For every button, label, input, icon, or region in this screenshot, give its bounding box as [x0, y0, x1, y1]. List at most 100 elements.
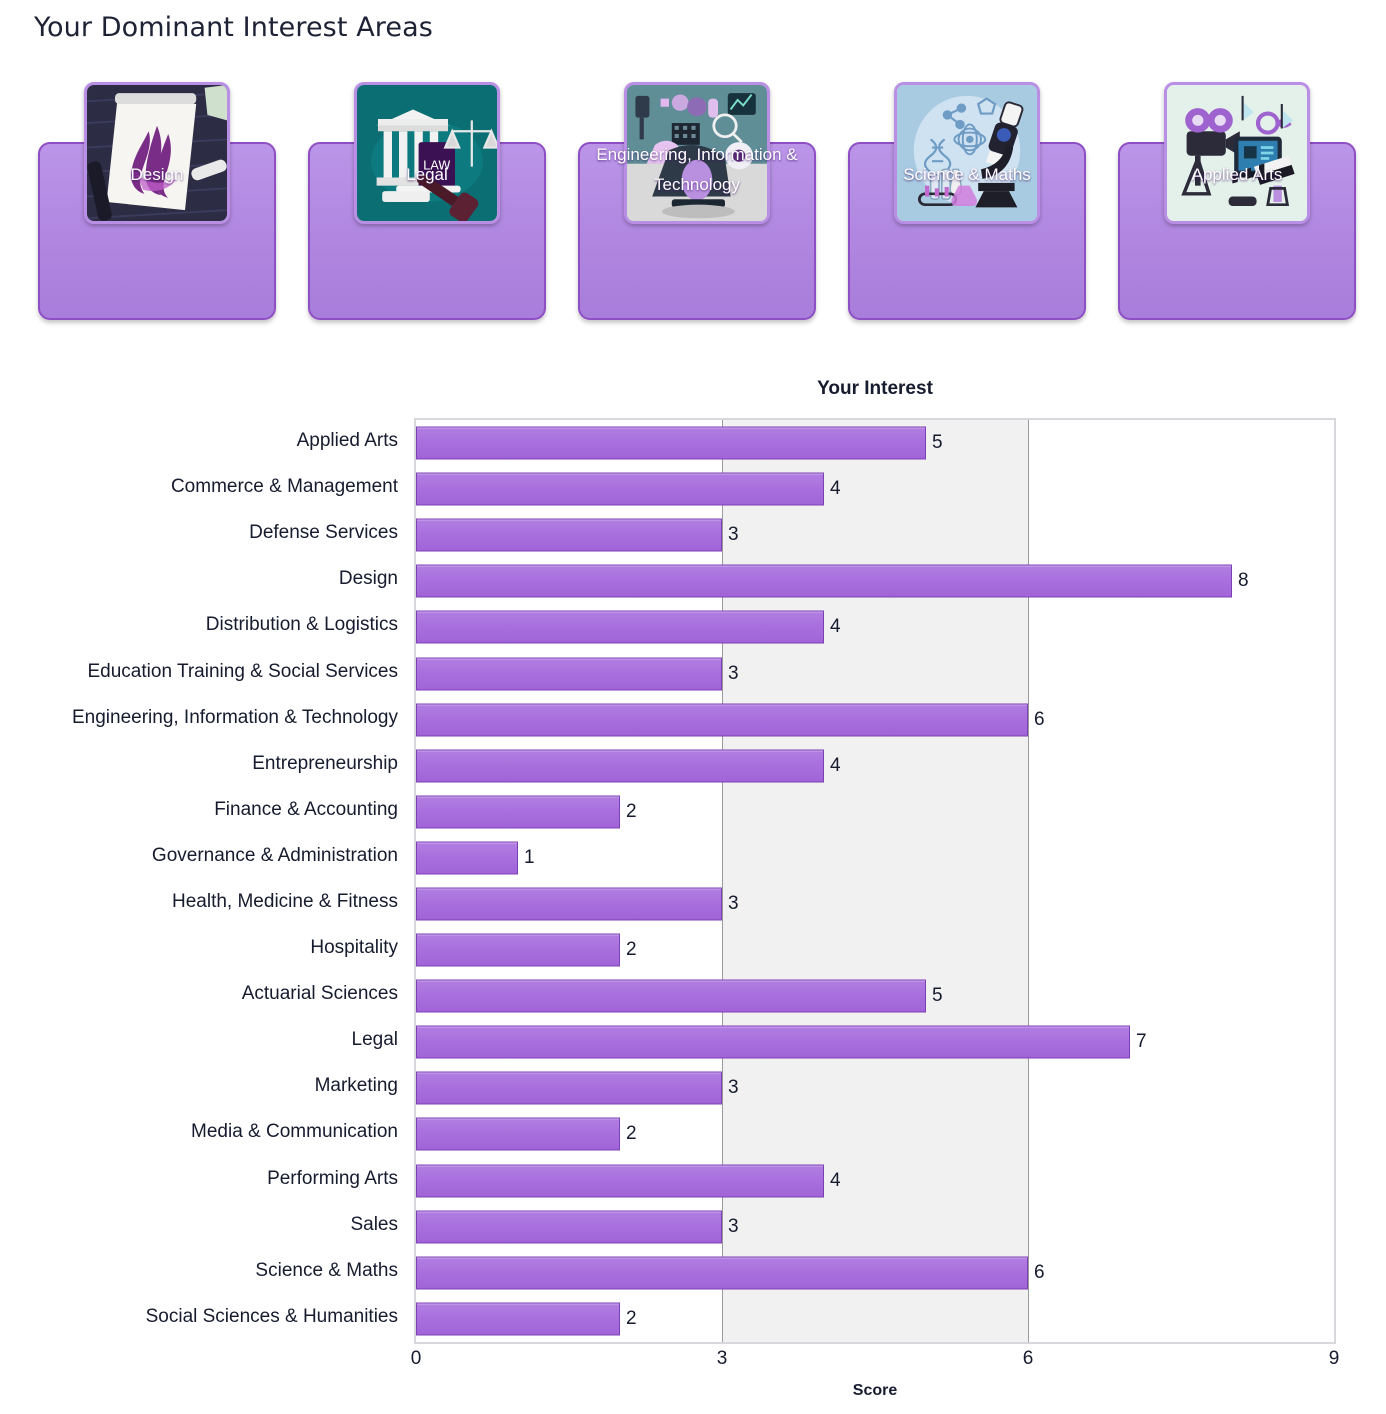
- chart-bar-value: 5: [932, 432, 943, 454]
- chart-bar[interactable]: [416, 1117, 620, 1151]
- chart-category-label: Hospitality: [310, 937, 398, 959]
- chart-category-label: Governance & Administration: [151, 844, 398, 866]
- interest-report-page: Your Dominant Interest Areas Design LAW …: [0, 0, 1386, 1414]
- chart-bar[interactable]: [416, 703, 1028, 737]
- chart-category-label: Defense Services: [249, 522, 398, 544]
- chart-bar[interactable]: [416, 887, 722, 921]
- chart-category-label: Performing Arts: [267, 1167, 398, 1189]
- chart-category-label: Health, Medicine & Fitness: [172, 890, 398, 912]
- interest-card-design[interactable]: Design: [38, 72, 276, 334]
- chart-bar-row: 5: [416, 973, 1334, 1019]
- chart-bar[interactable]: [416, 1164, 824, 1198]
- chart-category-label: Legal: [351, 1029, 399, 1051]
- chart-bar[interactable]: [416, 1256, 1028, 1290]
- design-sketchbook-icon: [84, 82, 230, 224]
- chart-x-tick: 0: [410, 1348, 422, 1369]
- chart-bar-row: 2: [416, 1296, 1334, 1342]
- chart-bar-value: 5: [932, 985, 943, 1007]
- chart-bar-row: 3: [416, 1065, 1334, 1111]
- chart-bar-row: 8: [416, 558, 1334, 604]
- chart-bar-row: 4: [416, 743, 1334, 789]
- card-label: Legal: [406, 165, 448, 184]
- chart-bar-row: 6: [416, 697, 1334, 743]
- chart-x-ticks: 0 3 6 9: [410, 1348, 1340, 1378]
- chart-category-label: Design: [338, 568, 398, 590]
- chart-bar-value: 2: [626, 1307, 637, 1329]
- chart-category-label: Actuarial Sciences: [241, 983, 398, 1005]
- chart-bars: 5 4 3 8 4 3 6 4 2 1 3 2 5 7 3 2 4 3 6 2: [416, 420, 1334, 1342]
- chart-bar[interactable]: [416, 749, 824, 783]
- chart-category-label: Science & Maths: [255, 1259, 398, 1281]
- chart-category-label: Social Sciences & Humanities: [145, 1305, 398, 1327]
- chart-bar-row: 1: [416, 835, 1334, 881]
- chart-bar[interactable]: [416, 518, 722, 552]
- chart-category-label: Entrepreneurship: [252, 752, 398, 774]
- chart-bar-value: 3: [728, 524, 739, 546]
- chart-bar-value: 3: [728, 662, 739, 684]
- chart-bar-value: 8: [1238, 570, 1249, 592]
- legal-courthouse-gavel-icon: LAW: [354, 82, 500, 224]
- chart-bar-row: 7: [416, 1019, 1334, 1065]
- chart-bar-row: 5: [416, 420, 1334, 466]
- science-microscope-icon: [894, 82, 1040, 224]
- chart-category-label: Marketing: [314, 1075, 398, 1097]
- chart-bar-value: 2: [626, 1123, 637, 1145]
- chart-bar[interactable]: [416, 795, 620, 829]
- chart-bar-row: 3: [416, 881, 1334, 927]
- interest-card-applied-arts[interactable]: Applied Arts: [1118, 72, 1356, 334]
- chart-bar-value: 7: [1136, 1031, 1147, 1053]
- interest-card-science-maths[interactable]: Science & Maths: [848, 72, 1086, 334]
- chart-bar-value: 3: [728, 892, 739, 914]
- chart-bar-row: 6: [416, 1250, 1334, 1296]
- chart-bar-value: 2: [626, 800, 637, 822]
- card-label: Applied Arts: [1191, 165, 1283, 184]
- chart-bar[interactable]: [416, 1025, 1130, 1059]
- chart-bar-row: 2: [416, 789, 1334, 835]
- chart-bar[interactable]: [416, 1071, 722, 1105]
- chart-bar[interactable]: [416, 564, 1232, 598]
- chart-bar-row: 3: [416, 650, 1334, 696]
- chart-x-axis-label: Score: [852, 1382, 898, 1399]
- chart-category-label: Engineering, Information & Technology: [71, 706, 398, 728]
- interest-card-engineering[interactable]: Engineering, Information & Technology: [578, 72, 816, 334]
- chart-bar[interactable]: [416, 933, 620, 967]
- chart-bar[interactable]: [416, 610, 824, 644]
- chart-category-label: Commerce & Management: [170, 476, 398, 498]
- chart-category-labels: Applied Arts Commerce & Management Defense…: [0, 418, 406, 1344]
- chart-bar[interactable]: [416, 472, 824, 506]
- chart-title: Your Interest: [817, 378, 933, 399]
- chart-bar[interactable]: [416, 1210, 722, 1244]
- page-title: Your Dominant Interest Areas: [34, 12, 433, 43]
- card-label: Engineering, Information & Technology: [596, 145, 798, 194]
- chart-bar-row: 4: [416, 604, 1334, 650]
- chart-category-label: Sales: [350, 1213, 398, 1235]
- chart-bar-row: 3: [416, 1204, 1334, 1250]
- chart-bar-row: 3: [416, 512, 1334, 558]
- chart-category-label: Media & Communication: [191, 1121, 398, 1143]
- chart-bar-value: 3: [728, 1215, 739, 1237]
- chart-bar[interactable]: [416, 979, 926, 1013]
- chart-category-label: Applied Arts: [296, 430, 398, 452]
- card-label: Design: [130, 165, 184, 184]
- chart-bar-value: 3: [728, 1077, 739, 1099]
- chart-category-label: Distribution & Logistics: [205, 614, 398, 636]
- card-label: Science & Maths: [903, 165, 1031, 184]
- chart-x-tick: 9: [1328, 1348, 1340, 1369]
- chart-bar[interactable]: [416, 426, 926, 460]
- chart-x-tick: 6: [1022, 1348, 1034, 1369]
- chart-plot-area: 5 4 3 8 4 3 6 4 2 1 3 2 5 7 3 2 4 3 6 2: [414, 418, 1336, 1344]
- chart-bar-value: 1: [524, 846, 535, 868]
- chart-bar-row: 2: [416, 1111, 1334, 1157]
- chart-category-label: Education Training & Social Services: [87, 660, 399, 682]
- chart-bar[interactable]: [416, 841, 518, 875]
- chart-bar[interactable]: [416, 1302, 620, 1336]
- chart-bar[interactable]: [416, 657, 722, 691]
- chart-bar-value: 4: [830, 754, 841, 776]
- chart-category-label: Finance & Accounting: [214, 798, 398, 820]
- chart-bar-value: 4: [830, 1169, 841, 1191]
- chart-bar-row: 4: [416, 1158, 1334, 1204]
- chart-bar-value: 6: [1034, 1261, 1045, 1283]
- chart-bar-row: 2: [416, 927, 1334, 973]
- chart-bar-value: 2: [626, 939, 637, 961]
- interest-card-legal[interactable]: LAW Legal: [308, 72, 546, 334]
